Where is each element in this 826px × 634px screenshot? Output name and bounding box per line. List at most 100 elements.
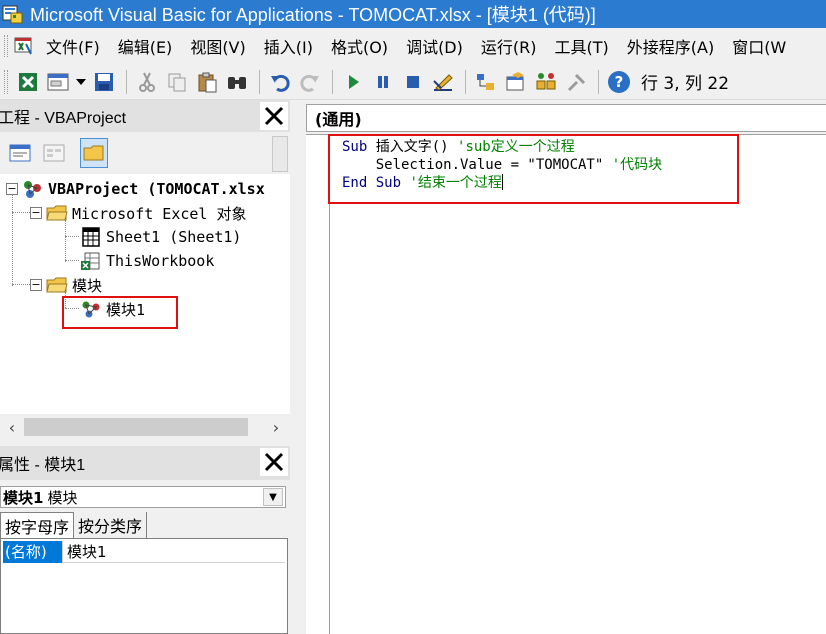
collapse-icon[interactable]: − bbox=[30, 207, 42, 219]
tree-label-vbaproject: VBAProject (TOMOCAT.xlsx bbox=[48, 180, 265, 198]
break-icon[interactable] bbox=[369, 68, 397, 96]
properties-window-icon[interactable] bbox=[502, 68, 530, 96]
copy-icon[interactable] bbox=[163, 68, 191, 96]
tab-alphabetic[interactable]: 按字母序 bbox=[0, 512, 75, 538]
code-margin[interactable] bbox=[306, 135, 330, 634]
folder-open-icon bbox=[46, 203, 68, 223]
code-line-3[interactable]: End Sub '结束一个过程 bbox=[342, 174, 503, 192]
svg-text:?: ? bbox=[615, 73, 624, 91]
tree-item-thisworkbook[interactable]: ThisWorkbook bbox=[76, 249, 214, 273]
object-combo[interactable]: (通用) bbox=[306, 104, 826, 132]
tree-item-module1[interactable]: 模块1 bbox=[76, 297, 145, 321]
scroll-thumb[interactable] bbox=[24, 418, 248, 436]
object-selector[interactable]: 模块1 模块 ▼ bbox=[0, 486, 286, 508]
menu-bar: 文件(F) 编辑(E) 视图(V) 插入(I) 格式(O) 调试(D) 运行(R… bbox=[0, 28, 826, 64]
properties-close-button[interactable] bbox=[260, 448, 288, 476]
view-object-icon bbox=[43, 144, 65, 162]
property-key: (名称) bbox=[3, 540, 63, 563]
dropdown-icon[interactable] bbox=[74, 68, 88, 96]
view-excel-icon[interactable] bbox=[14, 68, 42, 96]
toolbar-separator bbox=[598, 69, 599, 94]
toolbar-scroll[interactable] bbox=[272, 136, 288, 172]
tab-categorized[interactable]: 按分类序 bbox=[74, 512, 148, 538]
menu-debug[interactable]: 调试(D) bbox=[406, 34, 463, 58]
view-object-button[interactable] bbox=[40, 138, 68, 168]
workbook-icon bbox=[80, 251, 102, 271]
tree-connector bbox=[65, 220, 66, 262]
menu-file[interactable]: 文件(F) bbox=[46, 34, 100, 58]
close-icon bbox=[264, 106, 284, 126]
window-title: Microsoft Visual Basic for Applications … bbox=[30, 5, 596, 25]
design-mode-icon[interactable] bbox=[429, 68, 457, 96]
menu-run[interactable]: 运行(R) bbox=[481, 34, 537, 58]
toolbar-separator bbox=[126, 69, 127, 94]
menu-tools[interactable]: 工具(T) bbox=[554, 34, 608, 58]
menu-format[interactable]: 格式(O) bbox=[331, 34, 388, 58]
splitter[interactable] bbox=[290, 100, 298, 634]
keyword: End Sub bbox=[342, 175, 410, 191]
paste-icon[interactable] bbox=[193, 68, 221, 96]
tree-item-sheet1[interactable]: Sheet1 (Sheet1) bbox=[76, 225, 241, 249]
help-icon[interactable]: ? bbox=[605, 68, 633, 96]
module-icon bbox=[80, 299, 102, 319]
run-icon[interactable] bbox=[339, 68, 367, 96]
menubar-grip[interactable] bbox=[4, 35, 8, 57]
project-horizontal-scrollbar[interactable]: ‹ › bbox=[0, 414, 290, 440]
reset-icon[interactable] bbox=[399, 68, 427, 96]
close-icon bbox=[264, 452, 284, 472]
code-text: Selection.Value = "TOMOCAT" bbox=[342, 157, 612, 173]
save-icon[interactable] bbox=[90, 68, 118, 96]
find-icon[interactable] bbox=[223, 68, 251, 96]
comment: '代码块 bbox=[611, 157, 663, 173]
tree-item-modules[interactable]: − 模块 bbox=[30, 273, 102, 297]
tree-item-vbaproject[interactable]: − VBAProject (TOMOCAT.xlsx bbox=[6, 177, 265, 201]
toolbar-separator bbox=[259, 69, 260, 94]
view-code-button[interactable] bbox=[6, 138, 34, 168]
code-editor[interactable]: Sub 插入文字() 'sub定义一个过程 Selection.Value = … bbox=[306, 134, 826, 634]
menu-view[interactable]: 视图(V) bbox=[190, 34, 245, 58]
toolbar-grip[interactable] bbox=[4, 69, 8, 94]
tree-label-modules: 模块 bbox=[72, 276, 103, 295]
code-line-2[interactable]: Selection.Value = "TOMOCAT" '代码块 bbox=[342, 156, 662, 174]
object-browser-icon[interactable] bbox=[532, 68, 560, 96]
cursor-position-label: 行 3, 列 22 bbox=[641, 74, 730, 94]
code-window: (通用) Sub 插入文字() 'sub定义一个过程 Selection.Val… bbox=[298, 100, 826, 634]
code-text: 插入文字() bbox=[375, 139, 458, 155]
menu-edit[interactable]: 编辑(E) bbox=[118, 34, 173, 58]
scroll-left-icon[interactable]: ‹ bbox=[0, 415, 24, 439]
property-value[interactable]: 模块1 bbox=[63, 541, 107, 562]
properties-grid: (名称) 模块1 bbox=[0, 538, 288, 634]
properties-tabs: 按字母序 按分类序 bbox=[0, 512, 290, 538]
cut-icon[interactable] bbox=[133, 68, 161, 96]
project-explorer-icon[interactable] bbox=[472, 68, 500, 96]
property-row[interactable]: (名称) 模块1 bbox=[3, 540, 285, 563]
folder-icon bbox=[83, 145, 104, 161]
menu-addins[interactable]: 外接程序(A) bbox=[627, 34, 714, 58]
tree-label-sheet1: Sheet1 (Sheet1) bbox=[106, 228, 242, 246]
selected-object-type: 模块 bbox=[47, 488, 78, 507]
redo-icon[interactable] bbox=[296, 68, 324, 96]
code-line-1[interactable]: Sub 插入文字() 'sub定义一个过程 bbox=[342, 138, 575, 156]
tree-label-module1: 模块1 bbox=[106, 300, 146, 319]
toolbox-icon[interactable] bbox=[562, 68, 590, 96]
tree-item-excel-objects[interactable]: − Microsoft Excel 对象 bbox=[30, 201, 247, 225]
collapse-icon[interactable]: − bbox=[30, 279, 42, 291]
project-close-button[interactable] bbox=[260, 102, 288, 130]
chevron-down-icon[interactable]: ▼ bbox=[263, 488, 283, 506]
standard-toolbar: ? 行 3, 列 22 bbox=[0, 64, 826, 100]
insert-userform-icon[interactable] bbox=[44, 68, 72, 96]
tree-label-excel-objects: Microsoft Excel 对象 bbox=[72, 204, 247, 223]
vba-editor-window: Microsoft Visual Basic for Applications … bbox=[0, 0, 826, 634]
keyword: Sub bbox=[342, 139, 376, 155]
undo-icon[interactable] bbox=[266, 68, 294, 96]
menu-window[interactable]: 窗口(W bbox=[732, 34, 786, 58]
toggle-folders-button[interactable] bbox=[80, 138, 108, 168]
scroll-right-icon[interactable]: › bbox=[264, 415, 288, 439]
excel-icon[interactable] bbox=[12, 34, 36, 58]
menu-insert[interactable]: 插入(I) bbox=[264, 34, 313, 58]
selected-object-name: 模块1 bbox=[3, 488, 44, 507]
collapse-icon[interactable]: − bbox=[6, 183, 18, 195]
project-explorer-title: 工程 - VBAProject bbox=[0, 110, 127, 127]
comment: 'sub定义一个过程 bbox=[457, 139, 575, 155]
tree-connector bbox=[12, 194, 13, 286]
